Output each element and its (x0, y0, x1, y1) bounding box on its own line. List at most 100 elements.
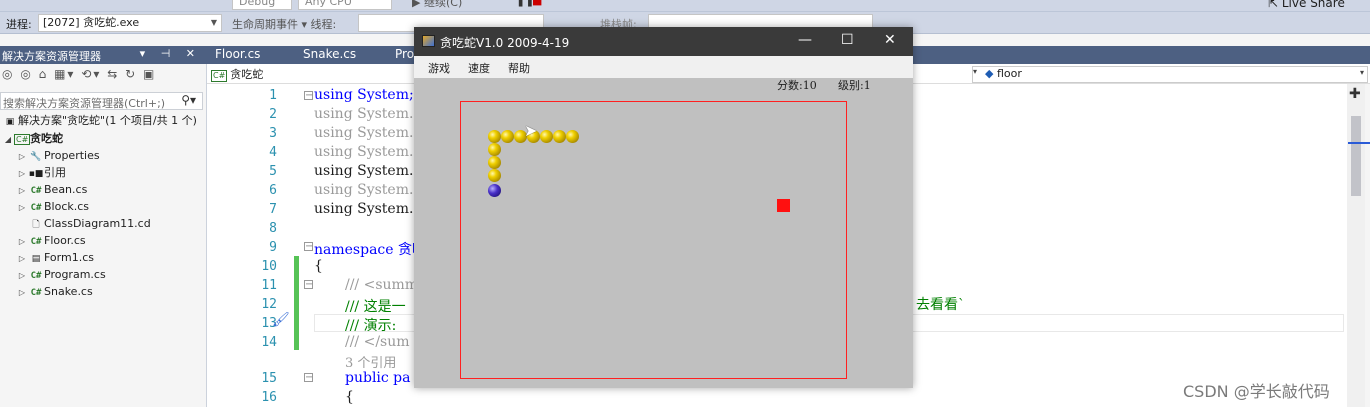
configuration-select[interactable]: Debug (232, 0, 292, 10)
live-share-button[interactable]: ⇱ Live Share (1268, 0, 1345, 10)
member-nav-label: ◆ floor (985, 67, 1022, 80)
collapsed-icon[interactable]: ▷ (16, 233, 28, 250)
line-number: 3 (269, 126, 277, 141)
menu-help[interactable]: 帮助 (508, 60, 530, 76)
maximize-icon[interactable]: ☐ (841, 32, 854, 48)
member-nav-select[interactable]: ▾ ◆ floor ▾ (972, 66, 1368, 83)
quick-actions-icon[interactable]: 🖌 (272, 312, 290, 328)
collapsed-icon[interactable]: ▷ (16, 267, 28, 284)
continue-button[interactable]: ▶ 继续(C) (412, 0, 462, 10)
tree-item-project[interactable]: ◢ C# 贪吃蛇 (2, 130, 63, 147)
tab-snake[interactable]: Snake.cs (295, 46, 364, 64)
tree-item-label: Form1.cs (44, 251, 94, 264)
tree-item-references[interactable]: ▷ ▪■引用 (16, 164, 66, 181)
refresh-icon[interactable]: ↻ (125, 67, 137, 81)
tree-item-classdiagram[interactable]: 🗋 ClassDiagram11.cd (16, 215, 150, 232)
snake-segment (488, 143, 501, 156)
platform-select[interactable]: Any CPU (298, 0, 392, 10)
forward-icon[interactable]: ◎ (20, 67, 32, 81)
game-board[interactable]: ➤ (460, 101, 847, 379)
code-line: { (345, 389, 354, 405)
snake-segment (566, 130, 579, 143)
app-icon (422, 35, 435, 47)
tree-item-block[interactable]: ▷ C# Block.cs (16, 198, 89, 215)
pause-icon[interactable]: ❚❚ (516, 0, 534, 7)
project-nav-select[interactable]: C# 贪吃蛇 (211, 66, 411, 82)
switch-views-icon[interactable]: ▦▾ (54, 67, 75, 81)
scrollbar-thumb[interactable] (1351, 116, 1361, 196)
game-title: 贪吃蛇V1.0 2009-4-19 (440, 36, 570, 50)
code-line: using System. (314, 182, 414, 198)
line-number: 2 (269, 107, 277, 122)
code-line: /// 这是一 (345, 299, 406, 315)
code-lens-references[interactable]: 3 个引用 (345, 352, 396, 371)
sync-icon[interactable]: ⇆ (107, 67, 119, 81)
chevron-down-icon: ▾ (973, 67, 978, 76)
scroll-position-marker (1348, 142, 1370, 144)
home-icon[interactable]: ⌂ (39, 67, 49, 81)
lifecycle-events-label[interactable]: 生命周期事件 ▾ 线程: (232, 16, 336, 32)
code-line: /// </sum (345, 334, 410, 350)
tab-floor[interactable]: Floor.cs (207, 46, 268, 64)
collapse-icon[interactable]: − (304, 242, 313, 252)
tree-item-properties[interactable]: ▷ 🔧 Properties (16, 147, 100, 164)
collapse-all-icon[interactable]: ▣ (143, 67, 156, 81)
game-menubar: 游戏 速度 帮助 (414, 56, 913, 78)
tree-item-bean[interactable]: ▷ C# Bean.cs (16, 181, 87, 198)
tree-item-label: Program.cs (44, 268, 106, 281)
collapsed-icon[interactable]: ▷ (16, 284, 28, 301)
close-icon[interactable]: ✕ (884, 32, 896, 48)
game-title-bar[interactable]: 贪吃蛇V1.0 2009-4-19 — ☐ ✕ (414, 27, 913, 56)
code-text: using System; (314, 87, 414, 103)
continue-label: 继续(C) (423, 0, 463, 9)
collapse-icon[interactable]: − (304, 280, 313, 290)
collapsed-icon[interactable]: ▷ (16, 182, 28, 199)
live-share-label: Live Share (1281, 0, 1345, 10)
collapse-icon[interactable]: − (304, 91, 313, 101)
code-comment-fragment: 去看看` (916, 297, 965, 313)
search-icon[interactable]: ⚲▾ (181, 93, 196, 107)
line-number: 4 (269, 145, 277, 160)
code-line: /// <summ (345, 277, 419, 293)
minimize-icon[interactable]: — (798, 32, 812, 48)
collapsed-icon[interactable]: ▷ (16, 148, 28, 165)
line-number: 6 (269, 183, 277, 198)
line-number: 15 (261, 371, 277, 386)
field-icon: ◆ (985, 67, 994, 80)
snake-segment (488, 156, 501, 169)
tree-item-program[interactable]: ▷ C# Program.cs (16, 266, 106, 283)
expanded-icon[interactable]: ◢ (2, 131, 14, 148)
game-window: 贪吃蛇V1.0 2009-4-19 — ☐ ✕ 游戏 速度 帮助 分数:10 级… (414, 27, 913, 388)
solution-icon: ▣ (5, 117, 15, 127)
chevron-down-icon: ▼ (210, 18, 217, 27)
collapse-icon[interactable]: − (304, 373, 313, 383)
tree-item-solution[interactable]: ▣ 解决方案"贪吃蛇"(1 个项目/共 1 个) (2, 112, 197, 129)
solution-search-input[interactable]: 搜索解决方案资源管理器(Ctrl+;) ⚲▾ (0, 92, 203, 110)
line-number: 11 (261, 278, 277, 293)
collapsed-icon[interactable]: ▷ (16, 250, 28, 267)
collapsed-icon[interactable]: ▷ (16, 165, 28, 182)
snake-segment (540, 130, 553, 143)
code-line: /// 演示: (345, 318, 397, 334)
split-editor-icon[interactable]: ✚ (1349, 86, 1361, 102)
top-toolbar: Debug Any CPU ▶ 继续(C) ■ ❚❚ ⇱ Live Share (0, 0, 1370, 12)
tree-item-floor[interactable]: ▷ C# Floor.cs (16, 232, 86, 249)
back-icon[interactable]: ◎ (2, 67, 14, 81)
code-line: public pa (345, 370, 411, 386)
snake-head (488, 184, 501, 197)
tree-item-label: Snake.cs (44, 285, 93, 298)
tree-item-snake[interactable]: ▷ C# Snake.cs (16, 283, 93, 300)
tree-item-label: 贪吃蛇 (30, 132, 63, 145)
menu-speed[interactable]: 速度 (468, 60, 490, 76)
watermark: CSDN @学长敲代码 (1183, 382, 1330, 401)
panel-controls[interactable]: ▾ ⊣ ✕ (140, 47, 201, 60)
solution-explorer-toolbar: ◎ ◎ ⌂ ▦▾ ⟲▾ ⇆ ↻ ▣ (0, 64, 207, 86)
tree-item-label: 引用 (44, 166, 66, 179)
tree-item-form1[interactable]: ▷ ▤ Form1.cs (16, 249, 94, 266)
pending-changes-icon[interactable]: ⟲▾ (81, 67, 101, 81)
line-number: 9 (269, 240, 277, 255)
csharp-file-icon: C# (30, 288, 42, 298)
process-select[interactable]: [2072] 贪吃蛇.exe ▼ (38, 14, 222, 32)
collapsed-icon[interactable]: ▷ (16, 199, 28, 216)
menu-game[interactable]: 游戏 (428, 60, 450, 76)
